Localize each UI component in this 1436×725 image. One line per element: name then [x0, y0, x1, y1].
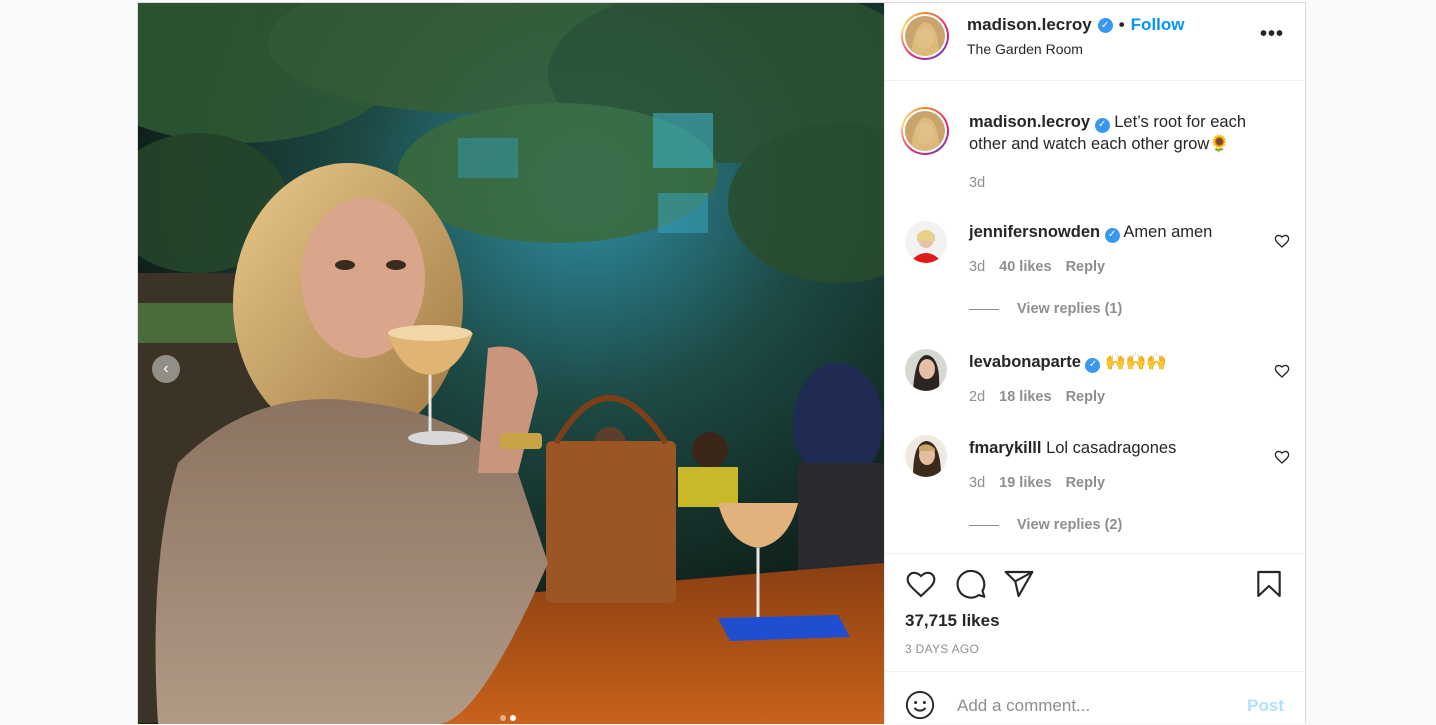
post-actions: 37,715 likes 3 DAYS AGO [885, 553, 1304, 690]
verified-badge-icon: ✓ [1094, 117, 1110, 133]
chevron-left-icon: ‹ [163, 360, 169, 377]
comment-likes[interactable]: 18 likes [999, 389, 1051, 405]
comment-icon[interactable] [955, 568, 987, 600]
post-caption: madison.lecroy ✓ Let’s root for each oth… [885, 107, 1304, 197]
comment-text: Amen amen [1123, 223, 1213, 241]
avatar-photo [905, 349, 947, 391]
caption-time[interactable]: 3d [969, 175, 985, 191]
add-comment-bar: Post [885, 671, 1304, 725]
view-replies-label: View replies (2) [1017, 517, 1123, 533]
emoji-icon[interactable] [905, 690, 935, 720]
comment-time[interactable]: 3d [969, 475, 985, 491]
verified-badge-icon: ✓ [1104, 227, 1120, 243]
post-timestamp[interactable]: 3 DAYS AGO [905, 642, 979, 656]
share-icon[interactable] [1003, 568, 1035, 600]
post-location[interactable]: The Garden Room [967, 41, 1083, 57]
commenter-avatar[interactable] [905, 221, 947, 263]
avatar-photo [905, 435, 947, 477]
heart-icon[interactable] [905, 568, 937, 600]
view-replies-button[interactable]: View replies (1) [969, 301, 1122, 317]
author-avatar[interactable] [901, 12, 949, 60]
comment-text-block: jennifersnowden ✓ Amen amen [969, 221, 1264, 243]
comment-time[interactable]: 2d [969, 389, 985, 405]
bookmark-icon[interactable] [1253, 568, 1285, 600]
comment-username[interactable]: jennifersnowden [969, 223, 1100, 241]
comment-item: fmarykilll Lol casadragones 3d 19 likes … [885, 435, 1304, 545]
comment-meta: 2d 18 likes Reply [969, 389, 1105, 405]
comment-likes[interactable]: 40 likes [999, 259, 1051, 275]
view-replies-button[interactable]: View replies (2) [969, 517, 1122, 533]
heart-icon[interactable] [1274, 233, 1290, 249]
likes-count[interactable]: 37,715 likes [905, 611, 1000, 631]
caption-text-block: madison.lecroy ✓ Let’s root for each oth… [969, 111, 1264, 155]
heart-icon[interactable] [1274, 363, 1290, 379]
comments-section: madison.lecroy ✓ Let’s root for each oth… [885, 81, 1304, 551]
caption-author-avatar[interactable] [901, 107, 949, 155]
carousel-dot [500, 715, 506, 721]
caption-meta: 3d [969, 175, 985, 191]
post-side-panel: madison.lecroy ✓ • Follow The Garden Roo… [884, 3, 1304, 724]
instagram-post: ‹ madison.lecroy ✓ • Follow The Garden R… [137, 2, 1306, 724]
comment-text-block: levabonaparte ✓ 🙌🙌🙌 [969, 351, 1264, 373]
avatar-photo [905, 111, 945, 151]
post-header-user: madison.lecroy ✓ • Follow [967, 15, 1185, 35]
reply-button[interactable]: Reply [1066, 259, 1106, 275]
comment-username[interactable]: fmarykilll [969, 439, 1041, 457]
author-username[interactable]: madison.lecroy [967, 15, 1092, 35]
verified-badge-icon: ✓ [1085, 357, 1101, 373]
reply-button[interactable]: Reply [1066, 389, 1106, 405]
avatar-photo [905, 221, 947, 263]
carousel-indicator [500, 715, 516, 721]
comment-text: 🙌🙌🙌 [1105, 353, 1167, 371]
follow-button[interactable]: Follow [1131, 15, 1185, 35]
commenter-avatar[interactable] [905, 435, 947, 477]
comment-time[interactable]: 3d [969, 259, 985, 275]
avatar-photo [905, 16, 945, 56]
photo-illustration [138, 3, 884, 724]
separator-dot: • [1118, 15, 1125, 34]
carousel-dot-active [510, 715, 516, 721]
view-replies-label: View replies (1) [1017, 301, 1123, 317]
heart-icon[interactable] [1274, 449, 1290, 465]
comment-input[interactable] [955, 690, 1219, 722]
comment-username[interactable]: levabonaparte [969, 353, 1081, 371]
comment-meta: 3d 40 likes Reply [969, 259, 1105, 275]
commenter-avatar[interactable] [905, 349, 947, 391]
replies-line [969, 524, 999, 526]
post-photo[interactable]: ‹ [138, 3, 884, 724]
comment-item: levabonaparte ✓ 🙌🙌🙌 2d 18 likes Reply [885, 349, 1304, 419]
more-horizontal-icon[interactable]: ••• [1260, 23, 1284, 46]
replies-line [969, 308, 999, 310]
comment-likes[interactable]: 19 likes [999, 475, 1051, 491]
post-header: madison.lecroy ✓ • Follow The Garden Roo… [885, 3, 1304, 81]
carousel-previous-button[interactable]: ‹ [152, 355, 180, 383]
reply-button[interactable]: Reply [1066, 475, 1106, 491]
caption-username[interactable]: madison.lecroy [969, 113, 1090, 131]
comment-text-block: fmarykilll Lol casadragones [969, 437, 1264, 459]
comment-text: Lol casadragones [1046, 439, 1177, 457]
comment-item: jennifersnowden ✓ Amen amen 3d 40 likes … [885, 219, 1304, 329]
verified-badge-icon: ✓ [1097, 17, 1113, 33]
post-comment-button[interactable]: Post [1247, 696, 1284, 716]
comment-meta: 3d 19 likes Reply [969, 475, 1105, 491]
